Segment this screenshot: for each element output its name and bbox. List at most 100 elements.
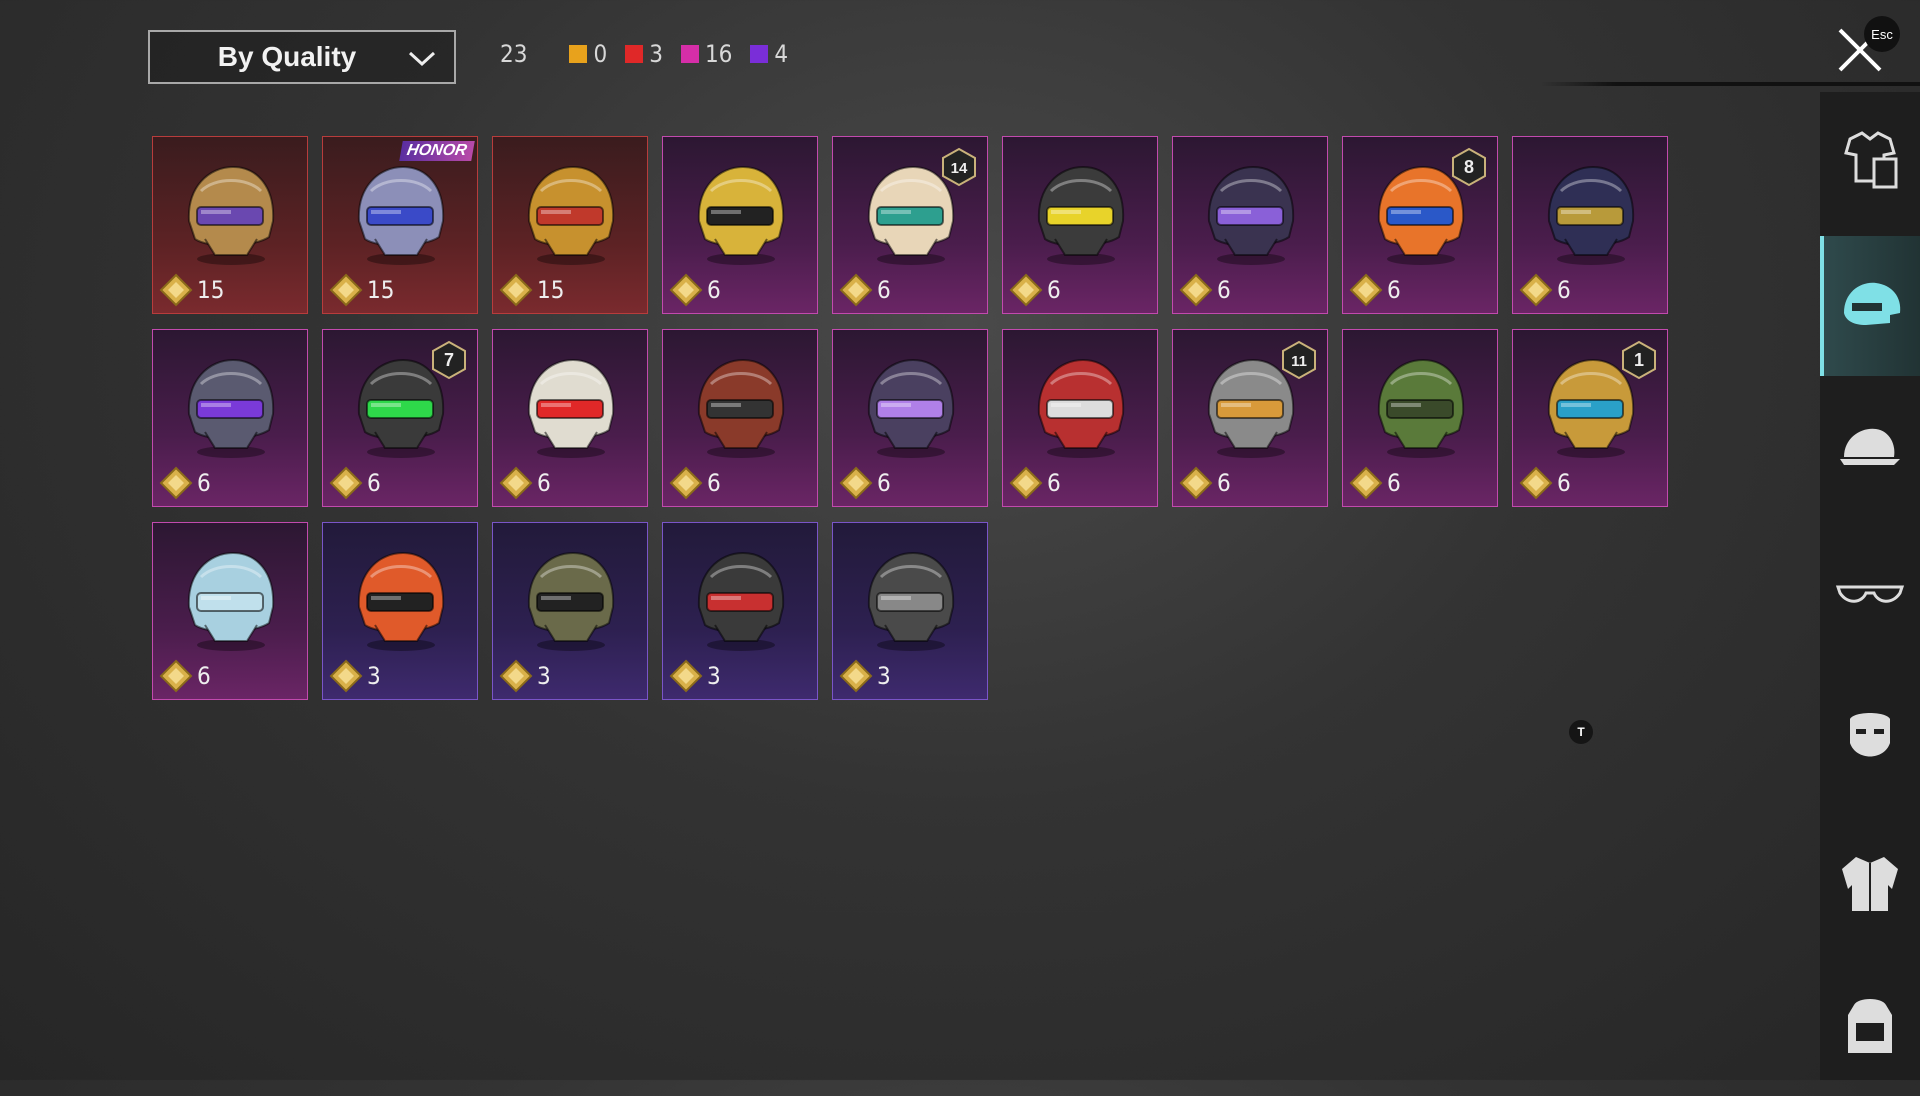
item-cost: 6 xyxy=(839,273,891,307)
item-cost: 3 xyxy=(669,659,721,693)
quality-color-swatch xyxy=(569,45,588,63)
helmet-item-card[interactable]: 6 xyxy=(1002,136,1158,314)
item-cost: 6 xyxy=(1519,466,1571,500)
item-cost-value: 6 xyxy=(707,276,721,304)
sidebar-tab-backpack[interactable] xyxy=(1820,956,1920,1096)
quality-count: 0 xyxy=(569,40,607,68)
sidebar-tab-cap[interactable] xyxy=(1820,380,1920,520)
item-cost-value: 6 xyxy=(1557,469,1571,497)
item-cost-value: 6 xyxy=(1047,469,1061,497)
helmet-image xyxy=(867,551,955,651)
coin-icon xyxy=(159,659,193,693)
coin-icon xyxy=(499,273,533,307)
coin-icon xyxy=(1009,466,1043,500)
item-cost: 6 xyxy=(329,466,381,500)
sort-dropdown[interactable]: By Quality xyxy=(148,30,456,84)
helmet-image xyxy=(697,551,785,651)
jacket-icon xyxy=(1842,857,1898,911)
item-cost-value: 3 xyxy=(877,662,891,690)
item-cost-value: 6 xyxy=(1557,276,1571,304)
coin-icon xyxy=(669,466,703,500)
level-badge: 7 xyxy=(432,340,466,380)
coin-icon xyxy=(1519,466,1553,500)
item-cost: 6 xyxy=(839,466,891,500)
coin-icon xyxy=(329,466,363,500)
item-cost-value: 6 xyxy=(1387,469,1401,497)
helmet-item-card[interactable]: 6 xyxy=(1002,329,1158,507)
coin-icon xyxy=(1179,273,1213,307)
helmet-item-card[interactable]: 6 xyxy=(662,329,818,507)
helmet-item-card[interactable]: 6 xyxy=(152,329,308,507)
item-cost-value: 6 xyxy=(1047,276,1061,304)
item-cost-value: 15 xyxy=(367,276,395,304)
coin-icon xyxy=(839,466,873,500)
cap-icon xyxy=(1840,428,1900,465)
helmet-image xyxy=(1377,358,1465,458)
quality-summary: 23 0 3 16 4 xyxy=(500,40,806,68)
helmet-image xyxy=(187,551,275,651)
helmet-item-card[interactable]: 14 6 xyxy=(832,136,988,314)
level-badge-value: 7 xyxy=(444,350,454,370)
item-cost: 3 xyxy=(499,659,551,693)
helmet-item-card[interactable]: 6 xyxy=(832,329,988,507)
item-cost: 15 xyxy=(329,273,394,307)
item-cost: 6 xyxy=(159,466,211,500)
item-cost: 3 xyxy=(839,659,891,693)
glasses-icon xyxy=(1835,585,1905,603)
sidebar-tab-glasses[interactable] xyxy=(1820,524,1920,664)
item-cost-value: 3 xyxy=(537,662,551,690)
header-divider xyxy=(1540,82,1920,86)
outfit-icon xyxy=(1844,131,1898,189)
helmet-item-card[interactable]: 3 xyxy=(662,522,818,700)
helmet-item-card[interactable]: 76 xyxy=(322,329,478,507)
helmet-item-card[interactable]: 6 xyxy=(1342,329,1498,507)
helmet-item-card[interactable]: 16 xyxy=(1512,329,1668,507)
sidebar-tab-outfit[interactable] xyxy=(1820,92,1920,232)
helmet-item-card[interactable]: 6 xyxy=(492,329,648,507)
coin-icon xyxy=(159,466,193,500)
item-cost: 6 xyxy=(1179,273,1231,307)
level-badge-value: 8 xyxy=(1464,157,1474,177)
item-cost-value: 6 xyxy=(537,469,551,497)
chevron-down-icon xyxy=(408,51,436,67)
helmet-item-card[interactable]: 15 xyxy=(492,136,648,314)
coin-icon xyxy=(159,273,193,307)
helmet-item-card[interactable]: 6 xyxy=(152,522,308,700)
helmet-image xyxy=(357,165,445,265)
quality-count-value: 0 xyxy=(593,40,608,68)
helmet-image xyxy=(697,165,785,265)
helmet-item-card[interactable]: 3 xyxy=(832,522,988,700)
helmet-image xyxy=(1037,165,1125,265)
sidebar-tab-mask[interactable] xyxy=(1820,668,1920,808)
coin-icon xyxy=(329,659,363,693)
item-cost-value: 3 xyxy=(367,662,381,690)
coin-icon xyxy=(1179,466,1213,500)
helmet-item-card[interactable]: 11 6 xyxy=(1172,329,1328,507)
sidebar-tab-helmet[interactable] xyxy=(1820,236,1920,376)
helmet-item-card[interactable]: 86 xyxy=(1342,136,1498,314)
hotkey-hint-badge: T xyxy=(1569,720,1593,744)
helmet-item-card[interactable]: 15 xyxy=(152,136,308,314)
helmet-item-card[interactable]: 6 xyxy=(662,136,818,314)
sidebar-tab-jacket[interactable] xyxy=(1820,812,1920,952)
helmet-item-card[interactable]: 3 xyxy=(492,522,648,700)
quality-count-value: 3 xyxy=(649,40,663,68)
helmet-item-card[interactable]: HONOR 15 xyxy=(322,136,478,314)
level-badge: 11 xyxy=(1282,340,1316,380)
coin-icon xyxy=(1009,273,1043,307)
quality-count: 16 xyxy=(680,40,732,68)
coin-icon xyxy=(499,466,533,500)
item-cost: 3 xyxy=(329,659,381,693)
item-cost-value: 15 xyxy=(537,276,565,304)
coin-icon xyxy=(839,273,873,307)
helmet-item-card[interactable]: 6 xyxy=(1512,136,1668,314)
helmet-item-card[interactable]: 6 xyxy=(1172,136,1328,314)
item-cost: 6 xyxy=(1519,273,1571,307)
mask-icon xyxy=(1850,713,1890,757)
level-badge-value: 14 xyxy=(951,160,968,177)
quality-count: 3 xyxy=(625,40,663,68)
item-cost: 6 xyxy=(669,466,721,500)
helmet-item-card[interactable]: 3 xyxy=(322,522,478,700)
helmet-icon xyxy=(1844,282,1901,325)
item-cost-value: 6 xyxy=(1387,276,1401,304)
